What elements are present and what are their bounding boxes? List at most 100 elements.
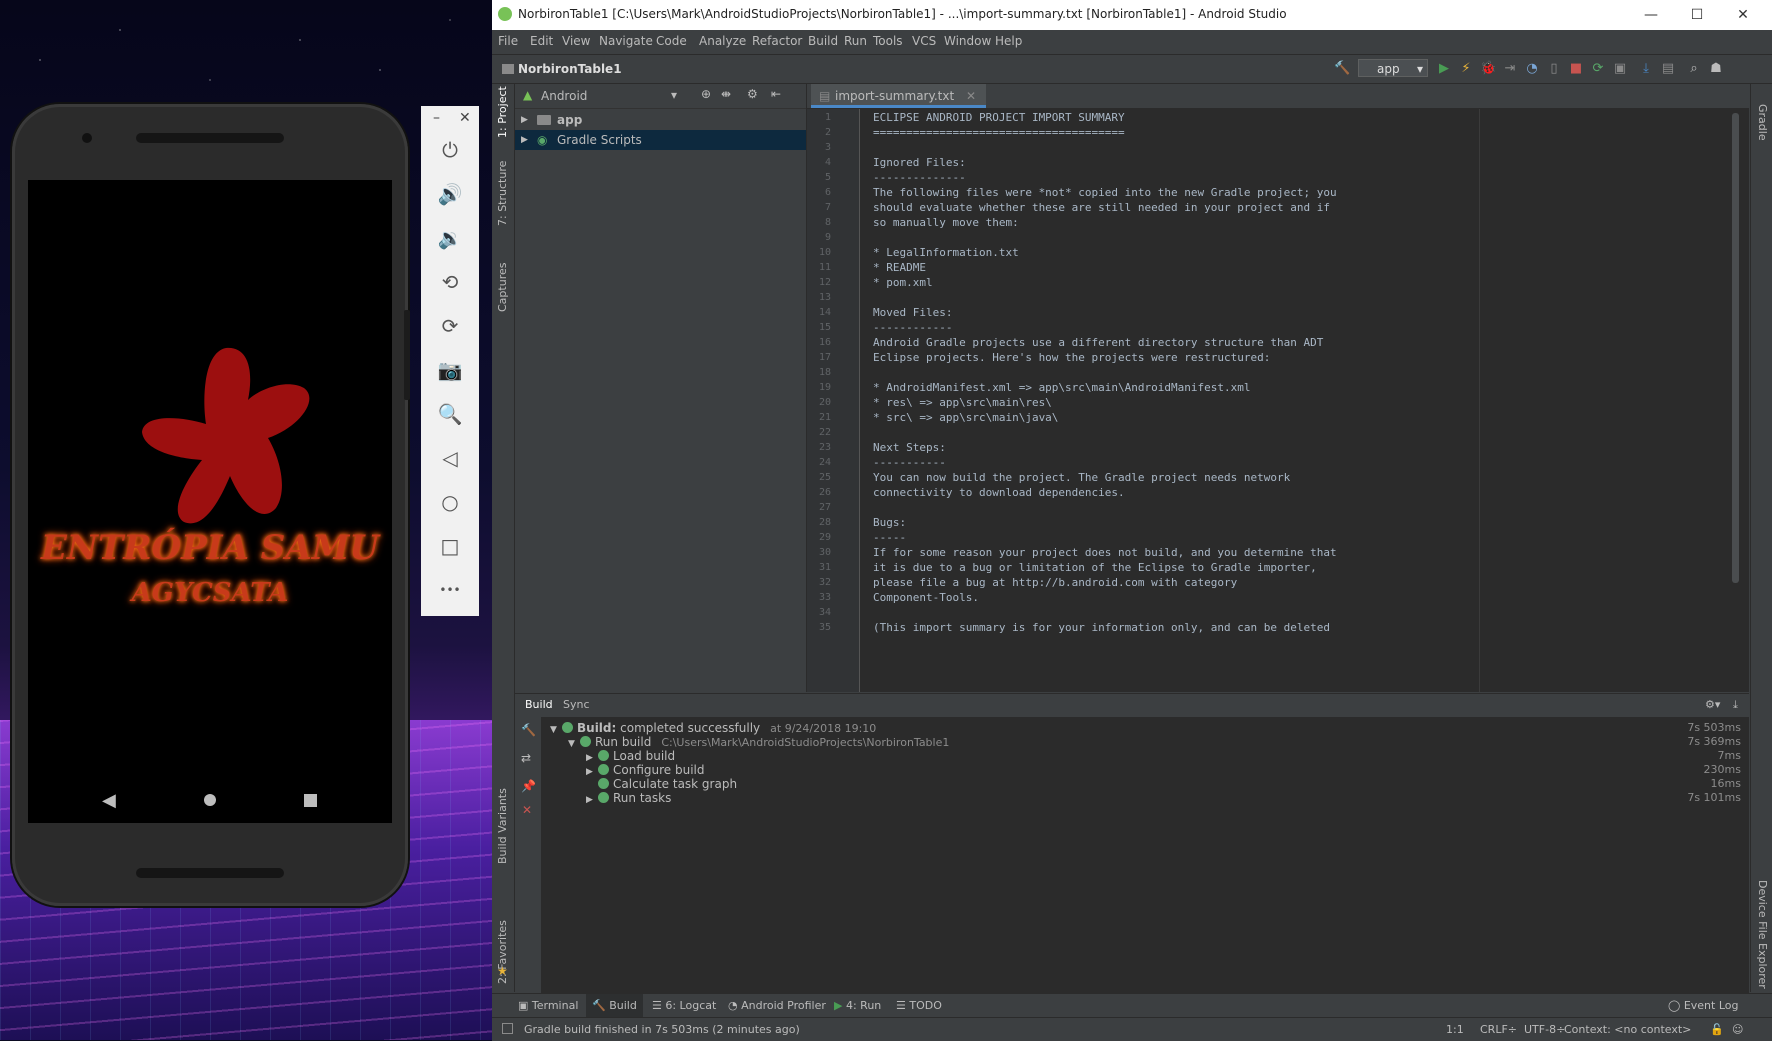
more-icon[interactable]: ••• [421,572,479,608]
event-log-button[interactable]: ◯ Event Log [1668,999,1738,1012]
menu-window[interactable]: Window [944,34,991,48]
profile-icon[interactable]: ◔ [1524,61,1540,77]
tab-gradle[interactable]: Gradle [1756,104,1769,141]
code-line: The following files were *not* copied in… [873,186,1337,199]
menu-vcs[interactable]: VCS [912,34,936,48]
settings-gear-icon[interactable]: ⚙▾ [1705,698,1720,711]
code-line: ----------- [873,456,946,469]
tab-build-output[interactable]: Build [525,698,553,711]
back-icon[interactable]: ◁ [421,440,479,476]
hide-panel-icon[interactable]: ⇤ [771,87,781,101]
caret-position[interactable]: 1:1 [1446,1023,1464,1036]
menu-tools[interactable]: Tools [873,34,903,48]
menu-view[interactable]: View [562,34,590,48]
tab-import-summary[interactable]: ▤ import-summary.txt ✕ [811,84,987,108]
menu-navigate[interactable]: Navigate [599,34,653,48]
toggle-view-icon[interactable]: ⇄ [521,751,531,765]
tab-sync[interactable]: Sync [563,698,590,711]
tab-todo[interactable]: ☰ TODO [896,999,942,1012]
maximize-button[interactable]: ☐ [1674,4,1720,26]
inspector-icon[interactable]: ☺ [1732,1023,1743,1036]
line-separator[interactable]: CRLF÷ [1480,1023,1517,1036]
tab-project[interactable]: 1: Project [496,86,509,138]
menu-build[interactable]: Build [808,34,838,48]
emulator-minimize-button[interactable]: – [433,110,440,126]
tab-captures[interactable]: Captures [496,263,509,312]
expand-arrow-icon[interactable]: ▶ [521,110,528,130]
nav-back-icon[interactable]: ◀ [102,790,116,811]
volume-up-icon[interactable]: 🔊 [421,176,479,212]
emulator-screen[interactable]: ENTRÓPIA SAMU AGYCSATA ◀ [28,180,392,823]
tab-label: Build [609,999,637,1012]
code-line: You can now build the project. The Gradl… [873,471,1291,484]
menu-bar: File Edit View Navigate Code Analyze Ref… [492,30,1772,55]
menu-analyze[interactable]: Analyze [699,34,746,48]
emulator-close-button[interactable]: ✕ [459,110,471,126]
pin-icon[interactable]: 📌 [521,779,536,793]
collapse-all-icon[interactable]: ⇼ [721,87,731,101]
close-tab-icon[interactable]: ✕ [966,89,976,103]
sync-gradle-icon[interactable]: ⟳ [1590,61,1606,77]
expand-arrow-icon[interactable]: ▶ [586,792,598,808]
tool-windows-toggle-icon[interactable] [502,1023,513,1034]
debug-icon[interactable]: 🐞 [1480,61,1496,77]
attach-process-icon[interactable]: ▯ [1546,61,1562,77]
nav-overview-icon[interactable] [304,794,317,807]
run-icon[interactable]: ▶ [1436,61,1452,77]
rebuild-icon[interactable]: 🔨 [521,723,536,737]
menu-run[interactable]: Run [844,34,867,48]
user-icon[interactable]: ☗ [1708,61,1724,77]
apply-changes-icon[interactable]: ⚡ [1458,61,1474,77]
settings-gear-icon[interactable]: ⚙ [747,87,758,101]
build-row-label: Run tasks [613,791,672,805]
scroll-from-source-icon[interactable]: ⊕ [701,87,711,101]
nav-home-icon[interactable] [204,794,216,806]
minimize-button[interactable]: — [1628,4,1674,26]
phone-side-button[interactable] [404,310,410,400]
avd-manager-icon[interactable]: ▣ [1612,61,1628,77]
menu-edit[interactable]: Edit [530,34,553,48]
code-line: should evaluate whether these are still … [873,201,1330,214]
screenshot-icon[interactable]: 📷 [421,352,479,388]
tree-item-app[interactable]: ▶ app [515,110,806,130]
tab-android-profiler[interactable]: ◔ Android Profiler [728,999,826,1012]
tree-item-gradle-scripts[interactable]: ▶ ◉ Gradle Scripts [515,130,806,150]
hide-panel-icon[interactable]: ⤓ [1733,698,1738,712]
file-encoding[interactable]: UTF-8÷ [1524,1023,1565,1036]
menu-refactor[interactable]: Refactor [752,34,802,48]
tab-build-variants[interactable]: Build Variants [496,788,509,864]
run-configuration-select[interactable]: app ▾ [1358,59,1428,77]
volume-down-icon[interactable]: 🔉 [421,220,479,256]
close-icon[interactable]: ✕ [522,803,532,817]
expand-arrow-icon[interactable]: ▶ [521,130,528,150]
build-row[interactable]: ▶ Run tasks 7s 101ms [542,790,1749,806]
rotate-left-icon[interactable]: ⟲ [421,264,479,300]
code-editor[interactable]: 1 2 3 4 5 6 7 8 9 10 11 12 13 14 15 16 17 18 19 20 21 22 23 24 2… [807,109,1749,692]
zoom-icon[interactable]: 🔍 [421,396,479,432]
project-view-select[interactable]: Android [541,89,587,103]
tab-structure[interactable]: 7: Structure [496,161,509,226]
breadcrumb-project[interactable]: NorbironTable1 [518,62,622,76]
sdk-manager-icon[interactable]: ⤓ [1638,61,1654,77]
menu-file[interactable]: File [498,34,518,48]
power-icon[interactable]: ⏻ [421,132,479,168]
project-structure-icon[interactable]: ▤ [1660,61,1676,77]
chevron-down-icon[interactable]: ▾ [671,88,677,102]
close-button[interactable]: ✕ [1720,4,1766,26]
menu-code[interactable]: Code [656,34,687,48]
tab-terminal[interactable]: ▣ Terminal [518,999,578,1012]
tab-run[interactable]: ▶ 4: Run [834,999,881,1012]
rotate-right-icon[interactable]: ⟳ [421,308,479,344]
overview-icon[interactable]: □ [421,528,479,564]
stop-icon[interactable]: ■ [1568,61,1584,77]
search-icon[interactable]: ⌕ [1686,61,1702,77]
home-icon[interactable]: ○ [421,484,479,520]
lock-icon[interactable]: 🔓 [1710,1023,1724,1036]
make-project-icon[interactable]: 🔨 [1334,61,1350,77]
tab-build[interactable]: 🔨 Build [586,994,643,1018]
menu-help[interactable]: Help [995,34,1022,48]
editor-scrollbar[interactable] [1732,113,1739,583]
tab-device-file-explorer[interactable]: Device File Explorer [1756,880,1769,989]
attach-debugger-icon[interactable]: ⇥ [1502,61,1518,77]
tab-logcat[interactable]: ☰ 6: Logcat [652,999,716,1012]
